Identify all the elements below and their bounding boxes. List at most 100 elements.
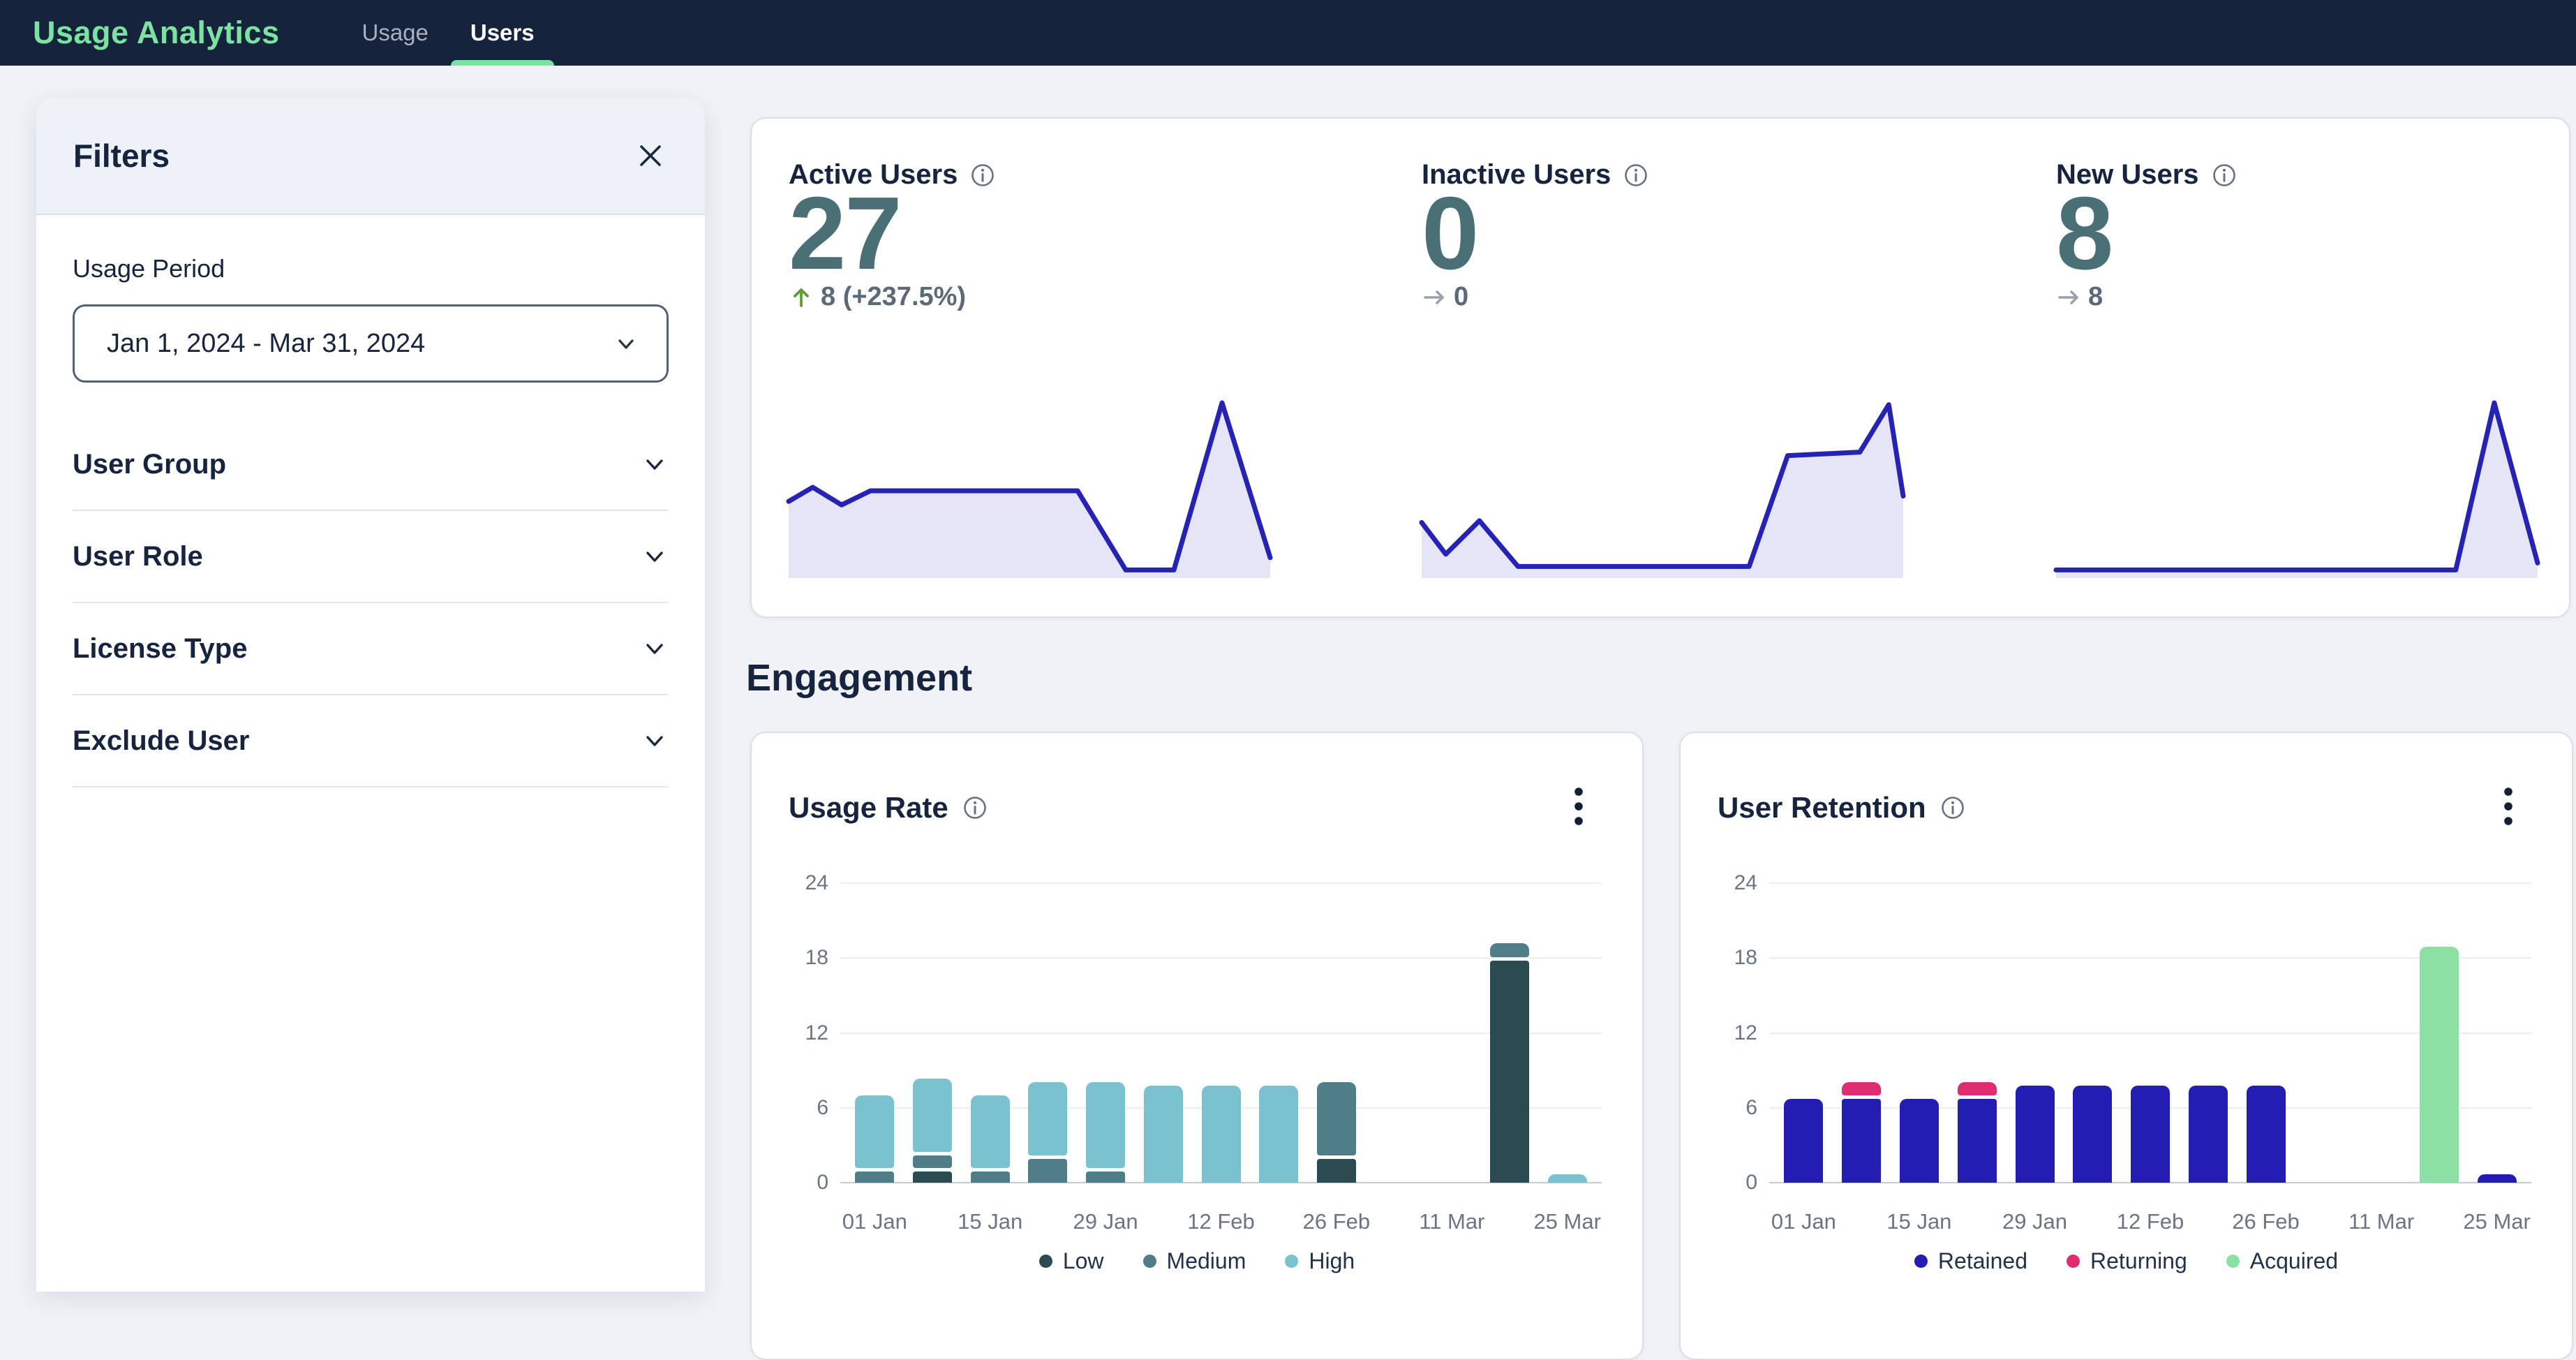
kpi-value: 8 (2056, 177, 2112, 291)
filter-section-exclude-user[interactable]: Exclude User (73, 695, 669, 788)
bar-segment-retained (1900, 1099, 1939, 1183)
bar-segment-high (855, 1095, 894, 1168)
bar-segment-high (1259, 1086, 1298, 1183)
bar-segment-medium (971, 1171, 1010, 1183)
x-axis-tick-label: 26 Feb (2207, 1209, 2325, 1234)
usage-rate-chart: 0612182401 Jan15 Jan29 Jan12 Feb26 Feb11… (752, 733, 1642, 1359)
filter-section-user-group[interactable]: User Group (73, 419, 669, 511)
bar-segment-medium (1490, 943, 1529, 957)
bar-segment-acquired (2420, 947, 2459, 1183)
bar-segment-high (1548, 1174, 1587, 1183)
info-icon[interactable] (970, 163, 995, 188)
arrow-right-icon (1422, 285, 1447, 310)
filter-section-label: User Group (73, 449, 226, 480)
bar-segment-retained (2016, 1086, 2055, 1183)
legend-item-high[interactable]: High (1285, 1248, 1355, 1274)
high-legend-dot (1285, 1255, 1298, 1268)
kpi-value: 27 (789, 177, 901, 291)
kpi-inactive-users: Inactive Users00 (1422, 119, 1903, 616)
y-axis-tick-label: 18 (1700, 946, 1757, 970)
medium-legend-dot (1143, 1255, 1156, 1268)
y-axis-tick-label: 24 (771, 871, 828, 895)
x-axis-tick-label: 15 Jan (1860, 1209, 1979, 1234)
kpi-active-users: Active Users278 (+237.5%) (789, 119, 1270, 616)
sparkline-new-users (2056, 392, 2538, 581)
filter-section-user-role[interactable]: User Role (73, 511, 669, 603)
bar-segment-high (1086, 1082, 1125, 1168)
bar-segment-high (971, 1095, 1010, 1168)
low-legend-dot (1039, 1255, 1052, 1268)
nav-tabs: Usage Users (341, 0, 555, 66)
sparkline-active-users (789, 392, 1270, 581)
bar-segment-low (913, 1171, 952, 1183)
gridline (840, 882, 1602, 884)
arrow-right-icon (2056, 285, 2081, 310)
y-axis-tick-label: 18 (771, 946, 828, 970)
filter-section-label: Exclude User (73, 725, 249, 757)
returning-legend-dot (2067, 1255, 2080, 1268)
main-content: Active Users278 (+237.5%) Inactive Users0… (750, 0, 2576, 1292)
close-filters-button[interactable] (630, 135, 671, 177)
chevron-down-icon (641, 727, 669, 755)
filter-section-license-type[interactable]: License Type (73, 603, 669, 695)
legend-item-returning[interactable]: Returning (2067, 1248, 2187, 1274)
bar-segment-retained (1784, 1099, 1823, 1183)
legend-label: Returning (2090, 1248, 2187, 1274)
y-axis-tick-label: 24 (1700, 871, 1757, 895)
legend-item-medium[interactable]: Medium (1143, 1248, 1246, 1274)
kpi-delta-text: 8 (+237.5%) (821, 282, 966, 312)
tab-users-label: Users (470, 20, 535, 46)
info-icon[interactable] (2212, 163, 2237, 188)
x-axis-tick-label: 15 Jan (931, 1209, 1050, 1234)
gridline (840, 957, 1602, 959)
chevron-down-icon (641, 635, 669, 663)
kpi-new-users: New Users88 (2056, 119, 2538, 616)
legend-item-low[interactable]: Low (1039, 1248, 1104, 1274)
bar-segment-medium (1317, 1082, 1356, 1156)
bar-segment-low (1490, 961, 1529, 1183)
legend-label: Low (1063, 1248, 1104, 1274)
legend-label: Retained (1938, 1248, 2027, 1274)
bar-segment-high (913, 1079, 952, 1153)
chevron-down-icon (612, 330, 640, 357)
kpi-delta: 8 (+237.5%) (789, 282, 966, 312)
y-axis-tick-label: 6 (1700, 1096, 1757, 1120)
info-icon[interactable] (1623, 163, 1648, 188)
y-axis-tick-label: 0 (771, 1171, 828, 1195)
kpi-delta-text: 8 (2088, 282, 2103, 312)
legend-item-acquired[interactable]: Acquired (2226, 1248, 2338, 1274)
usage-period-label: Usage Period (73, 254, 669, 283)
usage-period-select[interactable]: Jan 1, 2024 - Mar 31, 2024 (73, 304, 669, 383)
active-tab-indicator (451, 60, 554, 66)
filters-panel-body: Usage Period Jan 1, 2024 - Mar 31, 2024 … (36, 215, 705, 788)
bar-segment-retained (1958, 1099, 1997, 1183)
acquired-legend-dot (2226, 1255, 2240, 1268)
gridline (1769, 957, 2531, 959)
bar-segment-high (1144, 1086, 1183, 1183)
bar-segment-retained (1842, 1099, 1881, 1183)
bar-segment-retained (2478, 1174, 2517, 1183)
arrow-up-icon (789, 285, 814, 310)
legend-item-retained[interactable]: Retained (1914, 1248, 2027, 1274)
kpi-value: 0 (1422, 177, 1477, 291)
x-axis-tick-label: 11 Mar (2322, 1209, 2441, 1234)
x-axis-tick-label: 01 Jan (1744, 1209, 1863, 1234)
bar-segment-returning (1842, 1082, 1881, 1096)
x-axis-tick-label: 25 Mar (1508, 1209, 1627, 1234)
bar-segment-high (1028, 1082, 1067, 1156)
chart-legend: Low Medium High (752, 1248, 1642, 1274)
legend-label: Acquired (2250, 1248, 2338, 1274)
x-axis-tick-label: 12 Feb (2091, 1209, 2210, 1234)
y-axis-tick-label: 0 (1700, 1171, 1757, 1195)
bar-segment-high (1202, 1086, 1241, 1183)
bar-segment-retained (2189, 1086, 2228, 1183)
filter-sections: User Group User RoleLicense Type Exclude U… (73, 419, 669, 788)
section-heading-engagement: Engagement (746, 656, 972, 700)
kpi-delta: 0 (1422, 282, 1468, 312)
tab-users[interactable]: Users (449, 0, 556, 66)
bar-segment-medium (855, 1171, 894, 1183)
tab-usage[interactable]: Usage (341, 0, 449, 66)
x-axis-tick-label: 29 Jan (1046, 1209, 1165, 1234)
kpi-delta: 8 (2056, 282, 2103, 312)
legend-label: High (1309, 1248, 1355, 1274)
